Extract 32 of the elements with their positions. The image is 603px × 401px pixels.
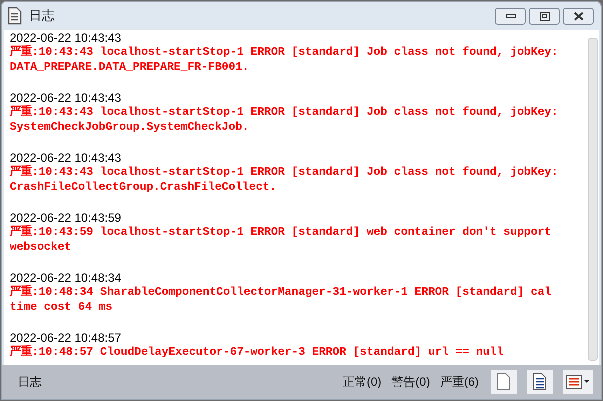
log-message: 严重:10:48:57 CloudDelayExecutor-67-worker-3 ERROR [standard] url == null [10,346,505,361]
log-timestamp: 2022-06-22 10:43:43 [10,31,122,45]
document-icon [7,7,23,25]
log-message: 严重:10:43:59 localhost-startStop-1 ERROR [standard] web container don't support websocket [10,226,552,256]
maximize-icon [540,12,550,20]
maximize-button[interactable] [529,8,560,24]
status-count: 严重(6) [440,374,479,391]
log-timestamp: 2022-06-22 10:48:34 [10,271,122,285]
log-message: 严重:10:48:34 SharableComponentCollectorManager-31-worker-1 ERROR [standard] cal time cost 64 ms [10,286,552,316]
close-button[interactable] [563,8,594,24]
list-icon [566,375,582,389]
plain-view-button[interactable] [491,370,517,394]
log-timestamp: 2022-06-22 10:48:57 [10,331,122,345]
log-message: 严重:10:43:43 localhost-startStop-1 ERROR [standard] Job class not found, jobKey: DATA_PREPARE.DATA_PREPARE_FR-FB001. [10,46,560,76]
log-timestamp: 2022-06-22 10:43:59 [10,211,122,225]
minimize-button[interactable] [495,8,526,24]
caret-icon [584,380,590,384]
status-count: 警告(0) [392,374,430,391]
scrollbar-thumb[interactable] [588,38,598,361]
list-view-button[interactable] [527,370,553,394]
log-timestamp: 2022-06-22 10:43:43 [10,151,122,165]
close-icon [574,12,584,20]
window-title: 日志 [29,7,55,26]
minimize-icon [506,14,516,18]
log-message: 严重:10:43:43 localhost-startStop-1 ERROR [standard] Job class not found, jobKey: CrashFileCollectGroup.CrashFileCollect. [10,166,560,196]
log-timestamp: 2022-06-22 10:43:43 [10,91,122,105]
status-count: 正常(0) [342,374,382,391]
status-label: 日志 [18,374,42,391]
text-page-icon [533,373,547,391]
color-view-dropdown[interactable] [563,370,593,394]
blank-page-icon [497,373,511,391]
log-message: 严重:10:43:43 localhost-startStop-1 ERROR [standard] Job class not found, jobKey: SystemCheckJobGroup.SystemCheckJob. [10,106,560,136]
